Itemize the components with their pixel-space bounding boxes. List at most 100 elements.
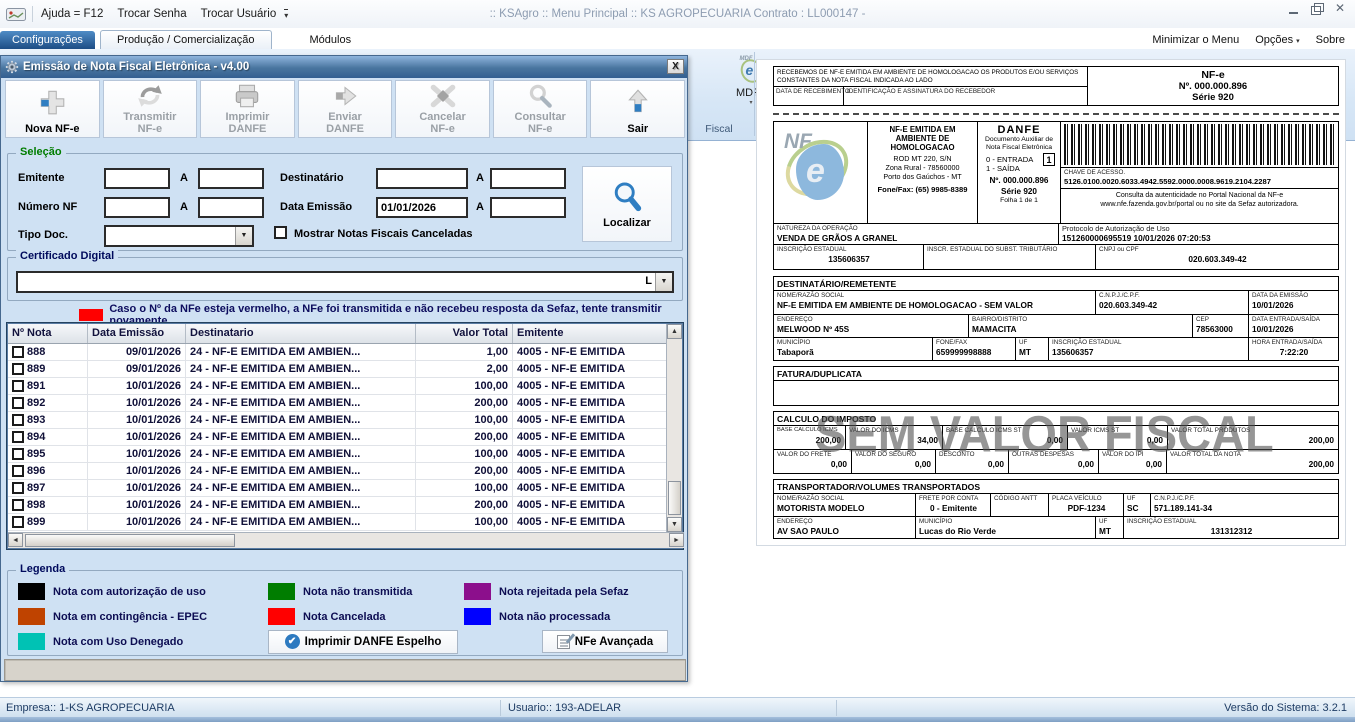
col-emitente[interactable]: Emitente (513, 324, 682, 343)
link-sobre[interactable]: Sobre (1316, 34, 1345, 46)
horizontal-scroll-thumb[interactable] (25, 534, 235, 547)
row-checkbox[interactable] (12, 465, 24, 477)
selecao-group: Seleção Emitente A Destinatário A Número… (7, 153, 683, 251)
nfe-avancada-button[interactable]: NFe Avançada (542, 630, 668, 653)
vertical-scrollbar[interactable]: ▲ ▼ (666, 324, 682, 532)
table-row[interactable]: 889 09/01/2026 24 - NF-E EMITIDA EM AMBI… (8, 361, 682, 378)
ribbon-group-separator (754, 52, 755, 136)
menu-item-ajuda[interactable]: Ajuda = F12 (41, 8, 103, 20)
status-bar: Empresa:: 1-KS AGROPECUARIA Usuario:: 19… (0, 697, 1355, 717)
row-checkbox[interactable] (12, 499, 24, 511)
restore-button[interactable] (1310, 3, 1324, 15)
row-checkbox[interactable] (12, 431, 24, 443)
row-checkbox[interactable] (12, 448, 24, 460)
table-row[interactable]: 896 10/01/2026 24 - NF-E EMITIDA EM AMBI… (8, 463, 682, 480)
emitente-ate-input[interactable] (198, 168, 264, 189)
dialog-close-button[interactable]: X (667, 59, 684, 74)
row-checkbox[interactable] (12, 516, 24, 528)
tab-configuracoes[interactable]: Configurações (0, 31, 95, 49)
link-minimizar-menu[interactable]: Minimizar o Menu (1152, 34, 1239, 46)
magnifier-icon (610, 180, 644, 214)
note-pencil-icon (557, 635, 570, 649)
row-checkbox[interactable] (12, 397, 24, 409)
data-emissao-ate-input[interactable] (490, 197, 566, 218)
close-button[interactable]: ✕ (1333, 3, 1347, 15)
col-valor-total[interactable]: Valor Total (416, 324, 513, 343)
destinatario-ate-input[interactable] (490, 168, 566, 189)
numero-nf-label: Número NF (18, 201, 77, 213)
sair-button[interactable]: Sair (590, 80, 685, 138)
vertical-scroll-thumb[interactable] (668, 481, 681, 515)
toolbar-options-icon[interactable]: ▾ (284, 9, 288, 20)
emitente-box: NF-E EMITIDA EM AMBIENTE DE HOMOLOGACAO … (868, 122, 978, 223)
row-checkbox[interactable] (12, 346, 24, 358)
enviar-danfe-button[interactable]: EnviarDANFE (298, 80, 393, 138)
minimize-button[interactable] (1287, 3, 1301, 15)
tipo-doc-select[interactable]: ▼ (104, 225, 254, 247)
nova-nfe-button[interactable]: Nova NF-e (5, 80, 100, 138)
bottom-strip (0, 717, 1355, 722)
row-checkbox[interactable] (12, 380, 24, 392)
table-row[interactable]: 891 10/01/2026 24 - NF-E EMITIDA EM AMBI… (8, 378, 682, 395)
row-checkbox[interactable] (12, 363, 24, 375)
imprimir-danfe-espelho-button[interactable]: ✔ Imprimir DANFE Espelho (268, 630, 458, 654)
mostrar-canceladas-label: Mostrar Notas Fiscais Canceladas (294, 228, 473, 240)
table-row[interactable]: 888 09/01/2026 24 - NF-E EMITIDA EM AMBI… (8, 344, 682, 361)
col-destinatario[interactable]: Destinatario (186, 324, 416, 343)
table-row[interactable]: 898 10/01/2026 24 - NF-E EMITIDA EM AMBI… (8, 497, 682, 514)
identificacao-label: IDENTIFICAÇÃO E ASSINATURA DO RECEBEDOR (847, 88, 1084, 96)
legend-item: Nota não processada (464, 608, 676, 625)
ribbon-group-fiscal: Fiscal (686, 123, 752, 135)
chevron-down-icon[interactable]: ▼ (655, 273, 672, 291)
magnifier-icon (525, 81, 555, 111)
menu-item-trocar-usuario[interactable]: Trocar Usuário (201, 8, 277, 20)
chave-acesso-box: CHAVE DE ACESSO. 5126.0100.0020.6033.494… (1061, 168, 1338, 189)
horizontal-scrollbar[interactable]: ◄ ► (8, 532, 684, 548)
consultar-nfe-button[interactable]: ConsultarNF-e (493, 80, 588, 138)
scroll-up-icon[interactable]: ▲ (667, 324, 682, 339)
table-row[interactable]: 897 10/01/2026 24 - NF-E EMITIDA EM AMBI… (8, 480, 682, 497)
watermark-sem-valor-fiscal: SEM VALOR FISCAL (815, 404, 1274, 463)
scroll-down-icon[interactable]: ▼ (667, 517, 682, 532)
tab-producao-comercializacao[interactable]: Produção / Comercialização (100, 30, 272, 49)
cancelar-nfe-button[interactable]: CancelarNF-e (395, 80, 490, 138)
scroll-left-icon[interactable]: ◄ (8, 533, 23, 547)
col-data-emissao[interactable]: Data Emissão (88, 324, 186, 343)
certificado-group: Certificado Digital L ▼ (7, 257, 683, 301)
table-body: 888 09/01/2026 24 - NF-E EMITIDA EM AMBI… (8, 344, 682, 531)
table-row[interactable]: 899 10/01/2026 24 - NF-E EMITIDA EM AMBI… (8, 514, 682, 531)
chevron-down-icon: ▾ (1296, 38, 1300, 45)
imprimir-danfe-button[interactable]: ImprimirDANFE (200, 80, 295, 138)
menu-item-trocar-senha[interactable]: Trocar Senha (117, 8, 186, 20)
certificado-select[interactable]: L ▼ (16, 271, 674, 293)
red-swatch (79, 309, 103, 321)
table-row[interactable]: 895 10/01/2026 24 - NF-E EMITIDA EM AMBI… (8, 446, 682, 463)
danfe-preview-page: SEM VALOR FISCAL RECEBEMOS DE NF-E EMITI… (757, 60, 1345, 545)
danfe-box: DANFE Documento Auxiliar de Nota Fiscal … (978, 122, 1061, 223)
data-emissao-de-input[interactable] (376, 197, 468, 218)
transportador-header: TRANSPORTADOR/VOLUMES TRANSPORTADOS (773, 479, 1339, 494)
table-row[interactable]: 892 10/01/2026 24 - NF-E EMITIDA EM AMBI… (8, 395, 682, 412)
destinatario-de-input[interactable] (376, 168, 468, 189)
row-checkbox[interactable] (12, 414, 24, 426)
localizar-button[interactable]: Localizar (582, 166, 672, 242)
row-checkbox[interactable] (12, 482, 24, 494)
table-row[interactable]: 893 10/01/2026 24 - NF-E EMITIDA EM AMBI… (8, 412, 682, 429)
destinatario-row2: ENDEREÇO MELWOOD Nº 45S BAIRRO/DISTRITO … (773, 314, 1339, 338)
emitente-de-input[interactable] (104, 168, 170, 189)
main-tab-bar: Configurações Produção / Comercialização… (0, 28, 1355, 49)
dialog-titlebar[interactable]: Emissão de Nota Fiscal Eletrônica - v4.0… (1, 56, 687, 78)
numero-nf-ate-input[interactable] (198, 197, 264, 218)
transmitir-nfe-button[interactable]: TransmitirNF-e (103, 80, 198, 138)
chevron-down-icon[interactable]: ▼ (235, 227, 252, 245)
danfe-canhoto: RECEBEMOS DE NF-E EMITIDA EM AMBIENTE DE… (773, 66, 1339, 106)
table-row[interactable]: 894 10/01/2026 24 - NF-E EMITIDA EM AMBI… (8, 429, 682, 446)
numero-nf-de-input[interactable] (104, 197, 170, 218)
legend-color-swatch (18, 583, 45, 600)
scroll-right-icon[interactable]: ► (669, 533, 684, 547)
col-numero-nota[interactable]: Nº Nota (8, 324, 88, 343)
status-usuario: Usuario:: 193-ADELAR (501, 702, 836, 714)
link-opcoes[interactable]: Opções▾ (1255, 34, 1299, 46)
tab-modulos[interactable]: Módulos (298, 31, 364, 49)
mostrar-canceladas-checkbox[interactable] (274, 226, 287, 239)
